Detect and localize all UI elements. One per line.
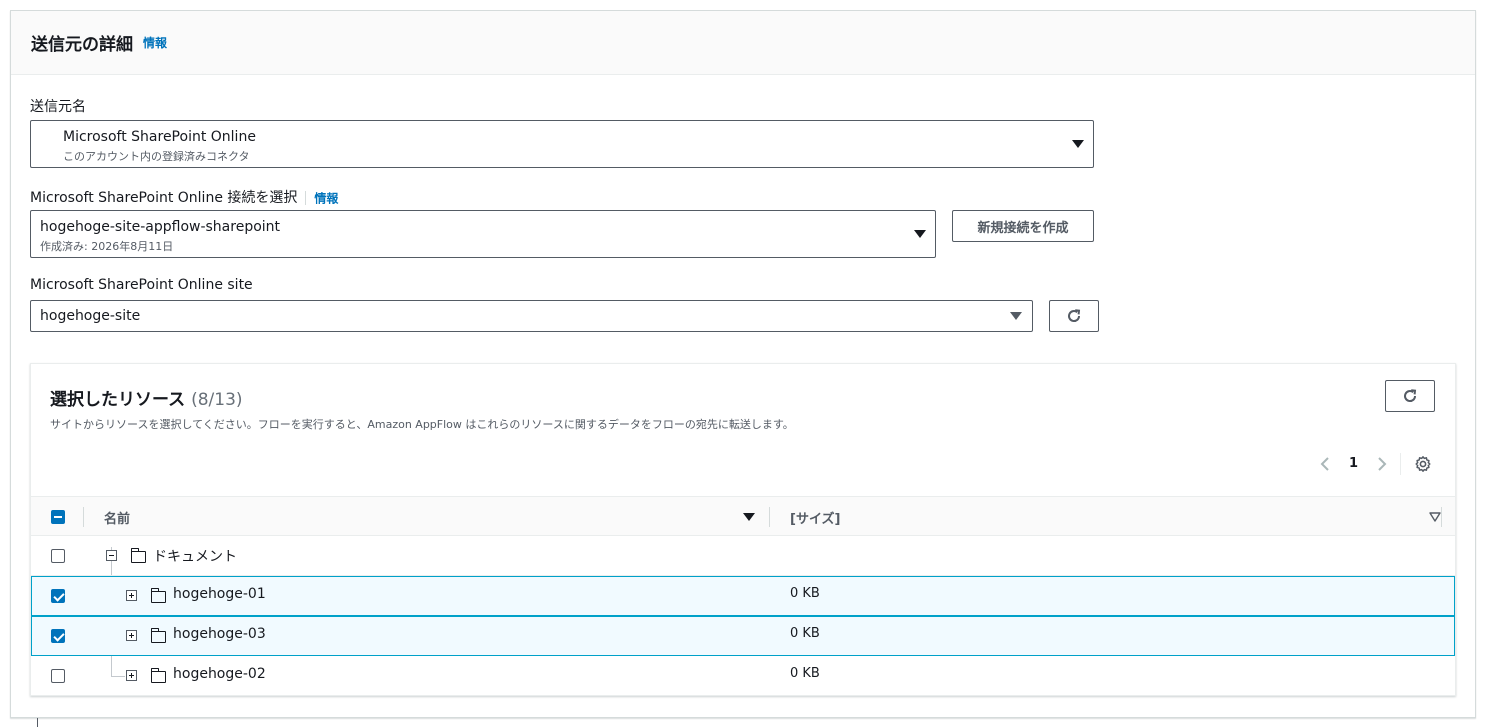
divider: [83, 507, 84, 527]
row-checkbox[interactable]: [51, 549, 65, 563]
expand-icon[interactable]: [126, 630, 137, 641]
table-row[interactable]: hogehoge-01 0 KB: [31, 576, 1455, 616]
select-all-checkbox[interactable]: [51, 510, 65, 524]
page-title: 送信元の詳細: [31, 35, 133, 55]
source-select[interactable]: Microsoft SharePoint Online このアカウント内の登録済…: [30, 120, 1094, 168]
resources-count: (8/13): [191, 390, 243, 410]
row-size: 0 KB: [790, 666, 820, 681]
chevron-left-icon[interactable]: [1320, 456, 1330, 472]
row-name: ドキュメント: [153, 549, 237, 565]
collapse-icon[interactable]: [106, 550, 117, 561]
sort-caret-icon[interactable]: [743, 513, 755, 521]
site-label: Microsoft SharePoint Online site: [30, 277, 253, 293]
site-select[interactable]: hogehoge-site: [30, 300, 1033, 332]
connection-label-text: Microsoft SharePoint Online 接続を選択: [30, 190, 298, 206]
row-name: hogehoge-01: [173, 586, 266, 602]
row-name: hogehoge-03: [173, 626, 266, 642]
source-label: 送信元名: [30, 99, 86, 115]
resources-title: 選択したリソース (8/13): [50, 385, 243, 410]
resources-title-text: 選択したリソース: [50, 390, 186, 410]
row-checkbox[interactable]: [51, 669, 65, 683]
caret-down-icon: [1010, 312, 1022, 320]
resources-card: 選択したリソース (8/13) サイトからリソースを選択してください。フローを実…: [30, 363, 1456, 696]
expand-icon[interactable]: [126, 670, 137, 681]
row-checkbox[interactable]: [51, 629, 65, 643]
column-header-size[interactable]: [サイズ]: [790, 508, 841, 527]
folder-icon: [150, 588, 166, 603]
caret-down-icon: [1072, 140, 1084, 148]
connection-select-value: hogehoge-site-appflow-sharepoint: [40, 219, 281, 235]
row-size: 0 KB: [790, 626, 820, 641]
create-connection-button[interactable]: 新規接続を作成: [952, 210, 1094, 242]
table-row[interactable]: hogehoge-02 0 KB: [31, 656, 1455, 696]
source-select-sub: このアカウント内の登録済みコネクタ: [63, 150, 250, 163]
divider: [305, 191, 307, 205]
expand-icon[interactable]: [126, 590, 137, 601]
divider: [1400, 453, 1401, 475]
source-select-value: Microsoft SharePoint Online: [63, 129, 256, 145]
connection-select[interactable]: hogehoge-site-appflow-sharepoint 作成済み: 2…: [30, 210, 936, 258]
filter-icon[interactable]: [1429, 511, 1441, 523]
connection-info-link[interactable]: 情報: [314, 192, 338, 206]
table-header: 名前 [サイズ]: [31, 496, 1455, 536]
panel-header: 送信元の詳細 情報: [11, 11, 1475, 75]
connection-label: Microsoft SharePoint Online 接続を選択 情報: [30, 187, 338, 207]
refresh-sites-button[interactable]: [1049, 300, 1099, 332]
folder-icon: [130, 548, 146, 563]
resources-description: サイトからリソースを選択してください。フローを実行すると、Amazon AppF…: [50, 418, 794, 431]
divider: [769, 507, 770, 527]
connection-select-sub: 作成済み: 2026年8月11日: [40, 240, 174, 253]
chevron-right-icon[interactable]: [1377, 456, 1387, 472]
page-number[interactable]: 1: [1349, 456, 1358, 471]
refresh-icon: [1404, 389, 1417, 402]
refresh-resources-button[interactable]: [1385, 380, 1435, 412]
folder-icon: [150, 668, 166, 683]
row-checkbox[interactable]: [51, 589, 65, 603]
divider: [37, 718, 38, 727]
refresh-icon: [1068, 309, 1081, 322]
caret-down-icon: [914, 230, 926, 238]
info-link[interactable]: 情報: [143, 34, 167, 51]
folder-icon: [150, 628, 166, 643]
site-select-value: hogehoge-site: [40, 308, 141, 324]
divider: [1441, 507, 1442, 527]
table-row[interactable]: ドキュメント: [31, 536, 1455, 576]
gear-icon[interactable]: [1414, 455, 1432, 473]
table-row[interactable]: hogehoge-03 0 KB: [31, 616, 1455, 656]
row-name: hogehoge-02: [173, 666, 266, 682]
row-size: 0 KB: [790, 586, 820, 601]
column-header-name[interactable]: 名前: [104, 508, 130, 527]
